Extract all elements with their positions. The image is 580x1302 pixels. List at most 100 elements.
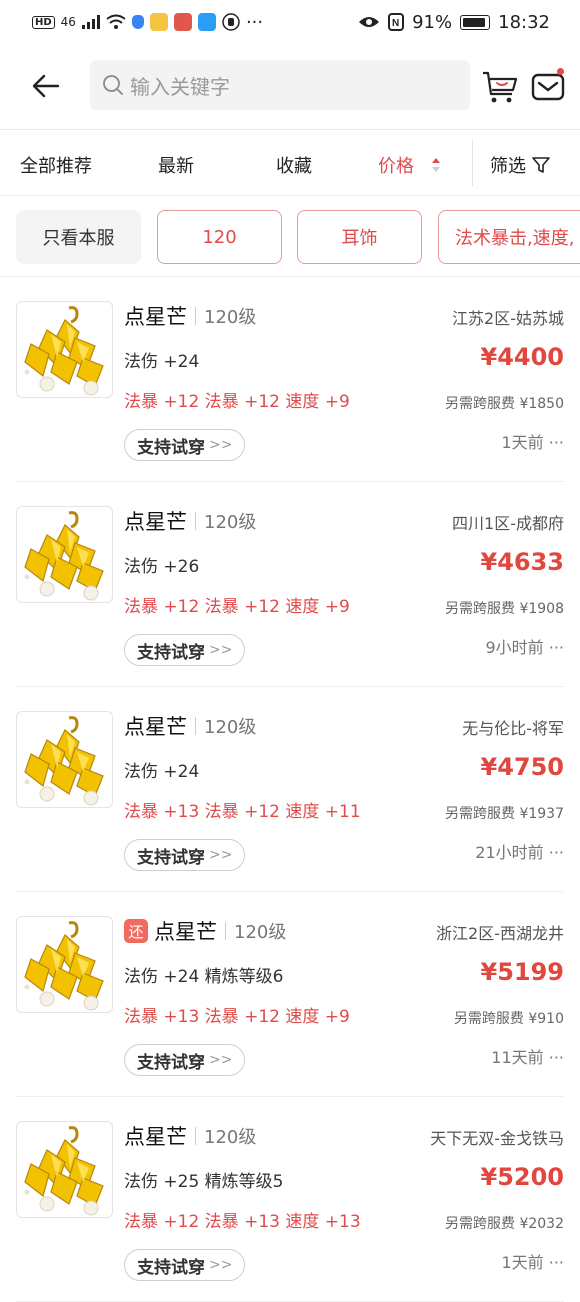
item-level: 120级 xyxy=(204,512,257,533)
shield-app-icon xyxy=(131,15,144,29)
item-title-row: 点星芒 120级 xyxy=(124,1121,256,1151)
try-on-label: 支持试穿 xyxy=(137,847,205,868)
top-bar: 输入关键字 xyxy=(0,60,580,112)
tab-divider xyxy=(472,140,473,186)
try-on-button[interactable]: 支持试穿 >> xyxy=(124,634,246,666)
item-name: 点星芒 xyxy=(124,715,187,739)
try-on-button[interactable]: 支持试穿 >> xyxy=(124,839,246,871)
earring-icon xyxy=(24,921,104,1011)
chip-earring[interactable]: 耳饰 xyxy=(297,210,422,264)
listing-item[interactable]: 点星芒 120级 法伤 +24 法暴 +13 法暴 +12 速度 +11 支持试… xyxy=(0,687,580,892)
listed-time[interactable]: 1天前 ··· xyxy=(501,429,564,453)
clock: 18:32 xyxy=(498,11,550,33)
try-on-label: 支持试穿 xyxy=(137,642,205,663)
search-input[interactable]: 输入关键字 xyxy=(90,60,470,110)
title-divider xyxy=(195,717,196,735)
item-thumbnail xyxy=(16,301,113,398)
title-divider xyxy=(195,1127,196,1145)
item-thumbnail xyxy=(16,711,113,808)
title-divider xyxy=(195,512,196,530)
item-bonus-attr: 法暴 +13 法暴 +12 速度 +9 xyxy=(124,1007,350,1027)
chip-attributes[interactable]: 法术暴击,速度, xyxy=(438,210,580,264)
try-on-label: 支持试穿 xyxy=(137,437,205,458)
listing-item[interactable]: 点星芒 120级 法伤 +24 法暴 +12 法暴 +12 速度 +9 支持试穿… xyxy=(0,277,580,482)
title-divider xyxy=(195,307,196,325)
earring-icon xyxy=(24,511,104,601)
try-on-button[interactable]: 支持试穿 >> xyxy=(124,1044,246,1076)
chip-level[interactable]: 120 xyxy=(157,210,282,264)
status-right: N 91% 18:32 xyxy=(358,12,550,33)
filter-button[interactable]: 筛选 xyxy=(490,152,550,178)
item-level: 120级 xyxy=(234,922,287,943)
cross-server-fee: 另需跨服费 ¥1850 xyxy=(445,396,564,412)
item-name: 点星芒 xyxy=(124,510,187,534)
unread-dot xyxy=(557,68,564,75)
funnel-icon xyxy=(532,157,550,173)
item-server: 四川1区-成都府 xyxy=(452,514,564,533)
filter-label: 筛选 xyxy=(490,156,526,177)
item-title-row: 点星芒 120级 xyxy=(124,301,256,331)
item-server: 江苏2区-姑苏城 xyxy=(452,309,564,328)
earring-icon xyxy=(24,306,104,396)
item-base-attr: 法伤 +25 精炼等级5 xyxy=(124,1172,284,1192)
tab-favorites[interactable]: 收藏 xyxy=(276,152,312,178)
earring-icon xyxy=(24,716,104,806)
svg-text:N: N xyxy=(392,18,399,29)
item-level: 120级 xyxy=(204,307,257,328)
try-on-button[interactable]: 支持试穿 >> xyxy=(124,429,246,461)
filter-chips: 只看本服 120 耳饰 法术暴击,速度, xyxy=(0,210,580,264)
listing-item[interactable]: 点星芒 120级 法伤 +26 法暴 +12 法暴 +12 速度 +9 支持试穿… xyxy=(0,482,580,687)
sort-tabs: 全部推荐 最新 收藏 价格 筛选 xyxy=(0,130,580,196)
more-status-icon: ··· xyxy=(245,11,264,33)
cart-icon[interactable] xyxy=(480,66,520,106)
eye-icon xyxy=(359,17,380,27)
item-server: 浙江2区-西湖龙井 xyxy=(436,924,564,943)
wifi-icon xyxy=(106,14,126,29)
item-base-attr: 法伤 +24 精炼等级6 xyxy=(124,967,284,987)
message-button[interactable] xyxy=(530,66,566,106)
cross-server-fee: 另需跨服费 ¥1908 xyxy=(445,601,564,617)
tab-price[interactable]: 价格 xyxy=(378,152,414,178)
tab-recommend[interactable]: 全部推荐 xyxy=(20,152,92,178)
item-level: 120级 xyxy=(204,1127,257,1148)
listing-item[interactable]: 还 点星芒 120级 法伤 +24 精炼等级6 法暴 +13 法暴 +12 速度… xyxy=(0,892,580,1097)
listing-item[interactable]: 点星芒 120级 法伤 +25 精炼等级5 法暴 +12 法暴 +13 速度 +… xyxy=(0,1097,580,1302)
item-base-attr: 法伤 +24 xyxy=(124,762,200,782)
item-name: 点星芒 xyxy=(154,920,217,944)
return-badge: 还 xyxy=(124,919,148,943)
cross-server-fee: 另需跨服费 ¥1937 xyxy=(445,806,564,822)
item-name: 点星芒 xyxy=(124,305,187,329)
item-name: 点星芒 xyxy=(124,1125,187,1149)
item-level: 120级 xyxy=(204,717,257,738)
listed-time[interactable]: 11天前 ··· xyxy=(491,1044,564,1068)
try-on-label: 支持试穿 xyxy=(137,1257,205,1278)
divider xyxy=(0,195,580,196)
search-placeholder: 输入关键字 xyxy=(130,74,230,99)
item-bonus-attr: 法暴 +12 法暴 +12 速度 +9 xyxy=(124,597,350,617)
item-base-attr: 法伤 +24 xyxy=(124,352,200,372)
item-bonus-attr: 法暴 +13 法暴 +12 速度 +11 xyxy=(124,802,361,822)
back-arrow-icon[interactable] xyxy=(30,70,62,102)
chevron-right-icon: >> xyxy=(209,1052,233,1068)
item-price: ¥5199 xyxy=(480,958,565,986)
item-price: ¥4633 xyxy=(480,548,565,576)
chevron-right-icon: >> xyxy=(209,847,233,863)
battery-icon xyxy=(460,14,491,30)
item-thumbnail xyxy=(16,506,113,603)
item-server: 无与伦比-将军 xyxy=(462,719,564,738)
item-title-row: 点星芒 120级 xyxy=(124,711,256,741)
item-thumbnail xyxy=(16,1121,113,1218)
try-on-label: 支持试穿 xyxy=(137,1052,205,1073)
try-on-button[interactable]: 支持试穿 >> xyxy=(124,1249,246,1281)
item-title-row: 点星芒 120级 xyxy=(124,506,256,536)
item-thumbnail xyxy=(16,916,113,1013)
listed-time[interactable]: 21小时前 ··· xyxy=(475,839,564,863)
tab-latest[interactable]: 最新 xyxy=(158,152,194,178)
listed-time[interactable]: 9小时前 ··· xyxy=(485,634,564,658)
item-price: ¥5200 xyxy=(480,1163,565,1191)
item-title-row: 还 点星芒 120级 xyxy=(124,916,286,946)
listed-time[interactable]: 1天前 ··· xyxy=(501,1249,564,1273)
chip-this-server[interactable]: 只看本服 xyxy=(16,210,141,264)
signal-icon: 46 xyxy=(60,15,76,29)
chevron-right-icon: >> xyxy=(209,1257,233,1273)
